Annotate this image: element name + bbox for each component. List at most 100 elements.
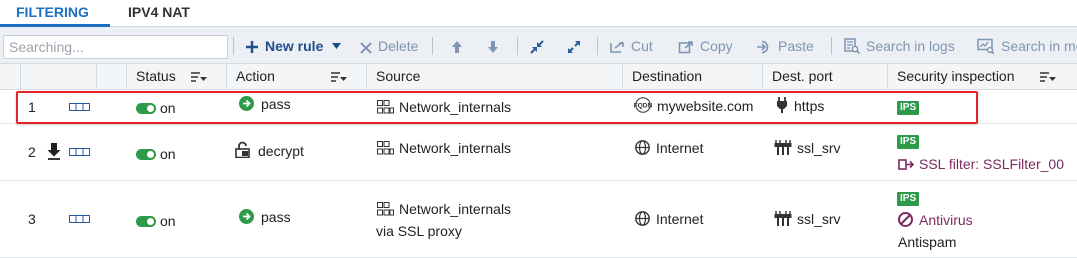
status-label: on (160, 100, 176, 116)
source-cell[interactable]: Network_internals (377, 99, 511, 115)
chevron-down-icon (332, 43, 342, 49)
column-header-action[interactable]: Action (226, 64, 366, 90)
dest-port-label: ssl_srv (797, 140, 841, 156)
search-in-logs-label: Search in logs (866, 38, 955, 54)
paste-button[interactable]: Paste (756, 35, 814, 57)
source-label: Network_internals (399, 99, 512, 115)
destination-label: Internet (656, 211, 704, 227)
column-header-num (20, 64, 96, 90)
dest-port-cell[interactable]: ssl_srv (774, 140, 841, 156)
toolbar-separator (432, 37, 433, 55)
column-header-flags (96, 64, 126, 90)
search-in-monitoring-button[interactable]: Search in mo (977, 35, 1077, 57)
paste-label: Paste (778, 38, 814, 54)
service-group-icon (774, 211, 792, 226)
column-header-status[interactable]: Status (126, 64, 226, 90)
column-header-security-inspection[interactable]: Security inspection (887, 64, 1077, 90)
sort-filter-icon[interactable] (1040, 71, 1056, 83)
antivirus-label: Antivirus (919, 212, 973, 228)
globe-icon (635, 211, 650, 226)
copy-button[interactable]: Copy (678, 35, 733, 57)
search-input[interactable] (3, 35, 228, 59)
ips-badge-label: IPS (897, 101, 920, 115)
source-cell[interactable]: Network_internals (377, 140, 511, 156)
rule-grip-icon[interactable] (69, 215, 90, 223)
ssl-filter-label: SSL filter: SSLFilter_00 (919, 156, 1064, 172)
rule-number: 2 (28, 144, 36, 160)
cut-button[interactable]: Cut (609, 35, 653, 57)
sort-filter-icon[interactable] (191, 71, 207, 83)
dest-port-label: https (794, 98, 825, 114)
cut-label: Cut (631, 38, 653, 54)
sort-filter-icon[interactable] (331, 71, 347, 83)
ssl-filter-icon (898, 159, 915, 170)
toggle-on-icon (136, 103, 156, 114)
status-toggle[interactable]: on (136, 100, 176, 116)
action-cell[interactable]: decrypt (235, 141, 304, 159)
source-cell[interactable]: Network_internals (377, 201, 511, 217)
pass-arrow-icon (239, 209, 254, 224)
tab-filtering[interactable]: FILTERING (0, 0, 110, 27)
collapse-button[interactable] (530, 35, 550, 57)
move-up-button[interactable] (451, 35, 469, 57)
rule-number: 3 (28, 211, 36, 227)
destination-cell[interactable]: FQDN mywebsite.com (632, 97, 753, 114)
destination-label: mywebsite.com (657, 98, 754, 114)
collapse-icon (530, 40, 544, 54)
table-header: Status Action Source Destination Dest. p… (0, 64, 1077, 90)
globe-icon (635, 140, 650, 155)
table-row[interactable]: 2 on decrypt Network_internals Internet … (0, 124, 1077, 181)
ssl-filter-link[interactable]: SSL filter: SSLFilter_00 (898, 156, 1064, 172)
toggle-on-icon (136, 149, 156, 160)
action-label: pass (261, 209, 291, 225)
search-logs-icon (844, 38, 861, 55)
action-label: decrypt (258, 143, 304, 159)
source-proxy-note: via SSL proxy (376, 223, 462, 239)
close-icon (360, 42, 372, 54)
destination-cell[interactable]: Internet (635, 211, 703, 227)
toolbar-separator (517, 37, 518, 55)
download-arrow-icon (47, 143, 61, 160)
delete-button[interactable]: Delete (360, 35, 418, 57)
search-in-logs-button[interactable]: Search in logs (844, 35, 955, 57)
source-label: Network_internals (399, 201, 512, 217)
security-inspection-header-label: Security inspection (897, 68, 1015, 84)
antivirus-icon (898, 212, 913, 227)
table-row[interactable]: 1 on pass Network_internals FQDN mywebsit… (0, 91, 1077, 124)
copy-icon (678, 41, 693, 54)
rule-grip-icon[interactable] (69, 103, 90, 111)
tab-bar: FILTERING IPV4 NAT (0, 0, 1077, 27)
dest-port-cell[interactable]: https (776, 97, 824, 114)
move-down-button[interactable] (487, 35, 505, 57)
destination-cell[interactable]: Internet (635, 140, 703, 156)
network-group-icon (377, 141, 394, 155)
action-cell[interactable]: pass (239, 209, 291, 225)
status-toggle[interactable]: on (136, 213, 176, 229)
plug-icon (777, 97, 787, 113)
expand-icon (568, 41, 580, 53)
status-toggle[interactable]: on (136, 146, 176, 162)
dest-port-cell[interactable]: ssl_srv (774, 211, 841, 227)
column-header-dest-port[interactable]: Dest. port (762, 64, 887, 90)
source-label: Network_internals (399, 140, 512, 156)
service-group-icon (774, 140, 792, 155)
plus-icon (246, 41, 258, 53)
tab-ipv4-nat[interactable]: IPV4 NAT (110, 0, 210, 27)
delete-label: Delete (378, 38, 419, 54)
copy-label: Copy (700, 38, 733, 54)
expand-button[interactable] (567, 35, 587, 57)
destination-header-label: Destination (632, 68, 703, 84)
table-row[interactable]: 3 on pass Network_internals via SSL prox… (0, 181, 1077, 258)
ips-badge: IPS (897, 188, 920, 206)
new-rule-button[interactable]: New rule (245, 35, 342, 57)
action-label: pass (261, 96, 291, 112)
search-in-monitoring-label: Search in mo (1001, 38, 1077, 54)
rule-grip-icon[interactable] (69, 148, 90, 156)
column-header-source[interactable]: Source (366, 64, 622, 90)
cut-icon (610, 41, 624, 53)
svg-text:FQDN: FQDN (634, 103, 653, 110)
antivirus-link[interactable]: Antivirus (898, 212, 973, 228)
network-group-icon (377, 202, 394, 216)
action-cell[interactable]: pass (239, 96, 291, 112)
column-header-destination[interactable]: Destination (622, 64, 762, 90)
